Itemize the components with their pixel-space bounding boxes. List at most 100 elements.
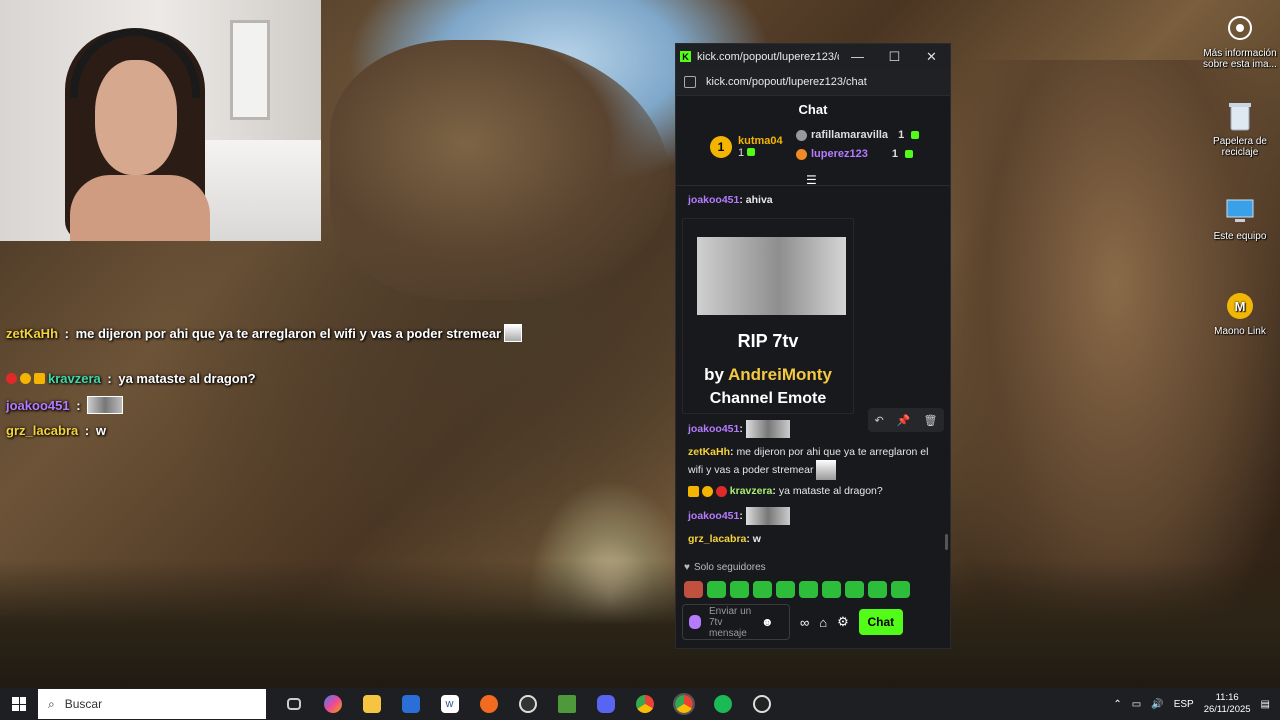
emote-button[interactable] (707, 581, 726, 598)
emote-author: by AndreiMonty (683, 365, 853, 385)
close-button[interactable]: ✕ (913, 44, 950, 69)
chat-username[interactable]: zetKaHh (688, 446, 730, 458)
desktop-icon-maono-link[interactable]: M Maono Link (1200, 290, 1280, 337)
speaker-icon[interactable]: 🔊 (1151, 699, 1163, 710)
windows-logo-icon (12, 697, 26, 711)
expand-gifters-icon[interactable]: ☰ (806, 173, 817, 187)
chevron-up-icon[interactable]: ⌃ (1113, 699, 1121, 710)
chat-username[interactable]: grz_lacabra (688, 533, 746, 545)
emote-type: Channel Emote (709, 390, 827, 407)
file-explorer-icon[interactable] (352, 688, 391, 720)
chat-username[interactable]: joakoo451 (688, 510, 739, 522)
followers-only-notice: ♥ Solo seguidores (684, 562, 766, 573)
emoji-icon[interactable]: ☻ (761, 615, 774, 629)
app-icon-dark[interactable] (742, 688, 781, 720)
gifter-row: luperez123 1 (796, 148, 913, 160)
chat-scrollbar[interactable] (945, 534, 948, 550)
copilot-icon[interactable] (313, 688, 352, 720)
clock-date: 26/11/2025 (1203, 704, 1251, 715)
task-view-icon[interactable] (274, 688, 313, 720)
emote-author-prefix: by (704, 365, 729, 384)
overlay-message: zetKaHh : me dijeron por ahi que ya te a… (6, 324, 523, 342)
search-placeholder: Buscar (64, 697, 103, 711)
maximize-button[interactable]: ☐ (876, 44, 913, 69)
notification-icon[interactable]: ▤ (1261, 699, 1270, 710)
emote-button[interactable] (845, 581, 864, 598)
send-chat-button[interactable]: Chat (858, 609, 903, 635)
heart-icon: ♥ (684, 562, 690, 573)
emote-info-card: RIP 7tv by AndreiMonty Channel Emote (682, 218, 854, 414)
gifter-badge-icon (796, 148, 807, 160)
microphone-icon[interactable] (689, 615, 701, 629)
desktop-icon-this-pc[interactable]: Este equipo (1200, 195, 1280, 242)
computer-icon (1224, 195, 1256, 227)
badge-icon (20, 373, 31, 384)
badge-icon (715, 485, 727, 497)
emote-button[interactable] (776, 581, 795, 598)
gifter-name[interactable]: rafillamaravilla (811, 129, 888, 141)
desktop-icon-label: Este equipo (1213, 231, 1267, 242)
overlay-username: joakoo451 (6, 397, 70, 413)
store-app-icon[interactable] (391, 688, 430, 720)
chat-username[interactable]: joakoo451 (688, 194, 739, 206)
chrome-profile-icon[interactable] (664, 688, 703, 720)
desktop-icon-label: Maono Link (1214, 326, 1266, 337)
emote-image (87, 396, 124, 414)
clock-time: 11:16 (1215, 692, 1239, 703)
spotify-icon[interactable] (703, 688, 742, 720)
window-title: kick.com/popout/luperez123/ch... (697, 50, 839, 63)
chat-message: grz_lacabra: w (688, 531, 940, 547)
chat-username[interactable]: joakoo451 (688, 423, 739, 435)
clock[interactable]: 11:16 26/11/2025 (1204, 692, 1251, 716)
overlay-message: grz_lacabra : w (6, 423, 106, 438)
site-info-icon[interactable] (684, 76, 696, 88)
overlay-separator: : (81, 423, 93, 438)
discord-icon[interactable] (586, 688, 625, 720)
overlay-text: me dijeron por ahi que ya te arreglaron … (75, 325, 502, 341)
crown-badge-icon (688, 485, 699, 497)
emote-name: RIP 7tv (737, 331, 799, 351)
start-button[interactable] (0, 688, 38, 720)
webcam-bed (200, 140, 321, 241)
gifter-name[interactable]: luperez123 (811, 148, 868, 160)
overlay-separator: : (61, 325, 73, 341)
desktop-icon-recycle-bin[interactable]: Papelera de reciclaje (1200, 100, 1280, 158)
chat-input[interactable]: Enviar un 7tv mensaje ☻ (682, 604, 790, 640)
background-rock (330, 40, 670, 300)
overlay-separator: : (103, 371, 116, 386)
emote-menu-icon[interactable]: ∞ (800, 615, 809, 630)
obs-icon[interactable] (508, 688, 547, 720)
taskbar: ⌕ Buscar w ⌃ ▭ 🔊 ESP 11:16 26/11/2025 ▤ (0, 688, 1280, 720)
taskbar-search[interactable]: ⌕ Buscar (38, 689, 266, 719)
language-indicator[interactable]: ESP (1174, 699, 1194, 710)
chat-header-title: Chat (798, 102, 828, 117)
word-icon[interactable]: w (430, 688, 469, 720)
emote-button[interactable] (799, 581, 818, 598)
address-bar[interactable]: kick.com/popout/luperez123/chat (676, 69, 950, 96)
emote-button[interactable] (730, 581, 749, 598)
emote-button[interactable] (891, 581, 910, 598)
background-ground (0, 560, 1280, 690)
store-icon[interactable]: ⌂ (819, 615, 827, 630)
minecraft-icon[interactable] (547, 688, 586, 720)
search-icon: ⌕ (48, 696, 55, 711)
emote-button[interactable] (868, 581, 887, 598)
emote-button[interactable] (684, 581, 703, 598)
quick-emote-bar (684, 581, 910, 598)
emote-button[interactable] (822, 581, 841, 598)
top-gifters-panel: 1 kutma04 1 rafillamaravilla 1 luperez12… (676, 124, 950, 187)
network-icon[interactable]: ▭ (1132, 699, 1141, 710)
minimize-button[interactable]: — (839, 44, 876, 69)
window-titlebar: K kick.com/popout/luperez123/ch... — ☐ ✕ (676, 44, 950, 69)
emote-image (745, 420, 790, 438)
gift-icon (747, 148, 756, 156)
emote-author-name[interactable]: AndreiMonty (728, 365, 832, 384)
gifter-name[interactable]: kutma04 (738, 135, 783, 147)
overlay-username: kravzera (48, 371, 101, 386)
desktop-icon-more-info[interactable]: Más información sobre esta ima... (1200, 12, 1280, 70)
app-icon-orange[interactable] (469, 688, 508, 720)
emote-button[interactable] (753, 581, 772, 598)
settings-gear-icon[interactable]: ⚙ (837, 614, 849, 630)
chrome-icon[interactable] (625, 688, 664, 720)
chat-username[interactable]: kravzera (730, 485, 773, 497)
